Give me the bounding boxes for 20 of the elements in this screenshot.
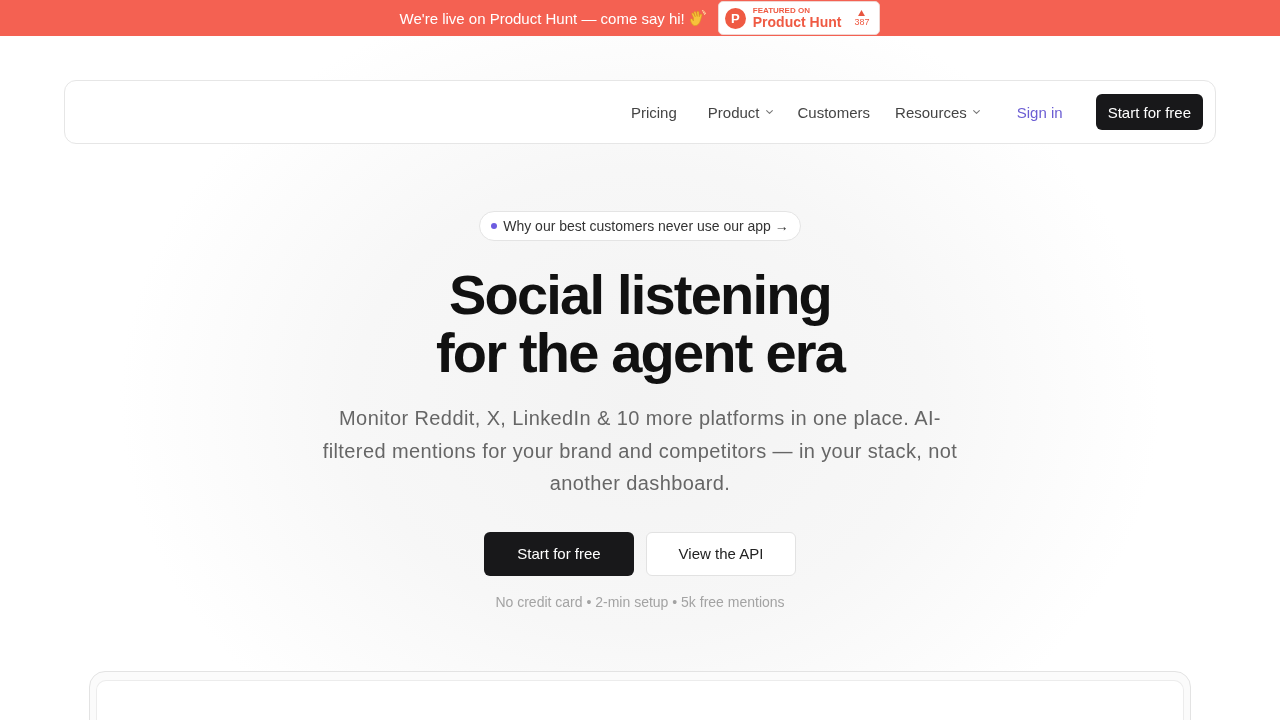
start-button[interactable]: Start for free — [484, 531, 634, 576]
badge-eyebrow: FEATURED ON — [752, 7, 811, 15]
triangle-icon — [858, 9, 866, 16]
hero-subtitle: Monitor Reddit, X, LinkedIn & 10 more platforms in one place. AI-filtered mentions for your brand and competitors — in your stack, not another dashboard. — [321, 406, 959, 496]
upvote-count: 387 — [854, 17, 870, 27]
hand-icon — [689, 9, 706, 27]
hero-title: Social listening for the agent era — [435, 266, 845, 382]
nav-link[interactable]: Customers — [797, 103, 871, 121]
badge-name: Product Hunt — [752, 15, 842, 29]
announcement-pill[interactable]: Why our best customers never use our app → — [479, 211, 801, 241]
api-button[interactable]: View the API — [646, 531, 796, 576]
hero-note: No credit card • 2-min setup • 5k free mentions — [495, 593, 785, 610]
announcement-text: We're live on Product Hunt — come say hi! — [399, 9, 685, 27]
nav-link[interactable]: Product — [707, 103, 773, 121]
nav-link[interactable]: Resources — [895, 103, 980, 121]
sign-in-link[interactable]: Sign in — [1016, 103, 1063, 121]
nav-link[interactable]: Pricing — [630, 103, 677, 121]
start-button[interactable]: Start for free — [1095, 94, 1203, 130]
dot-icon — [491, 223, 498, 229]
logo-mark: P — [724, 7, 746, 29]
